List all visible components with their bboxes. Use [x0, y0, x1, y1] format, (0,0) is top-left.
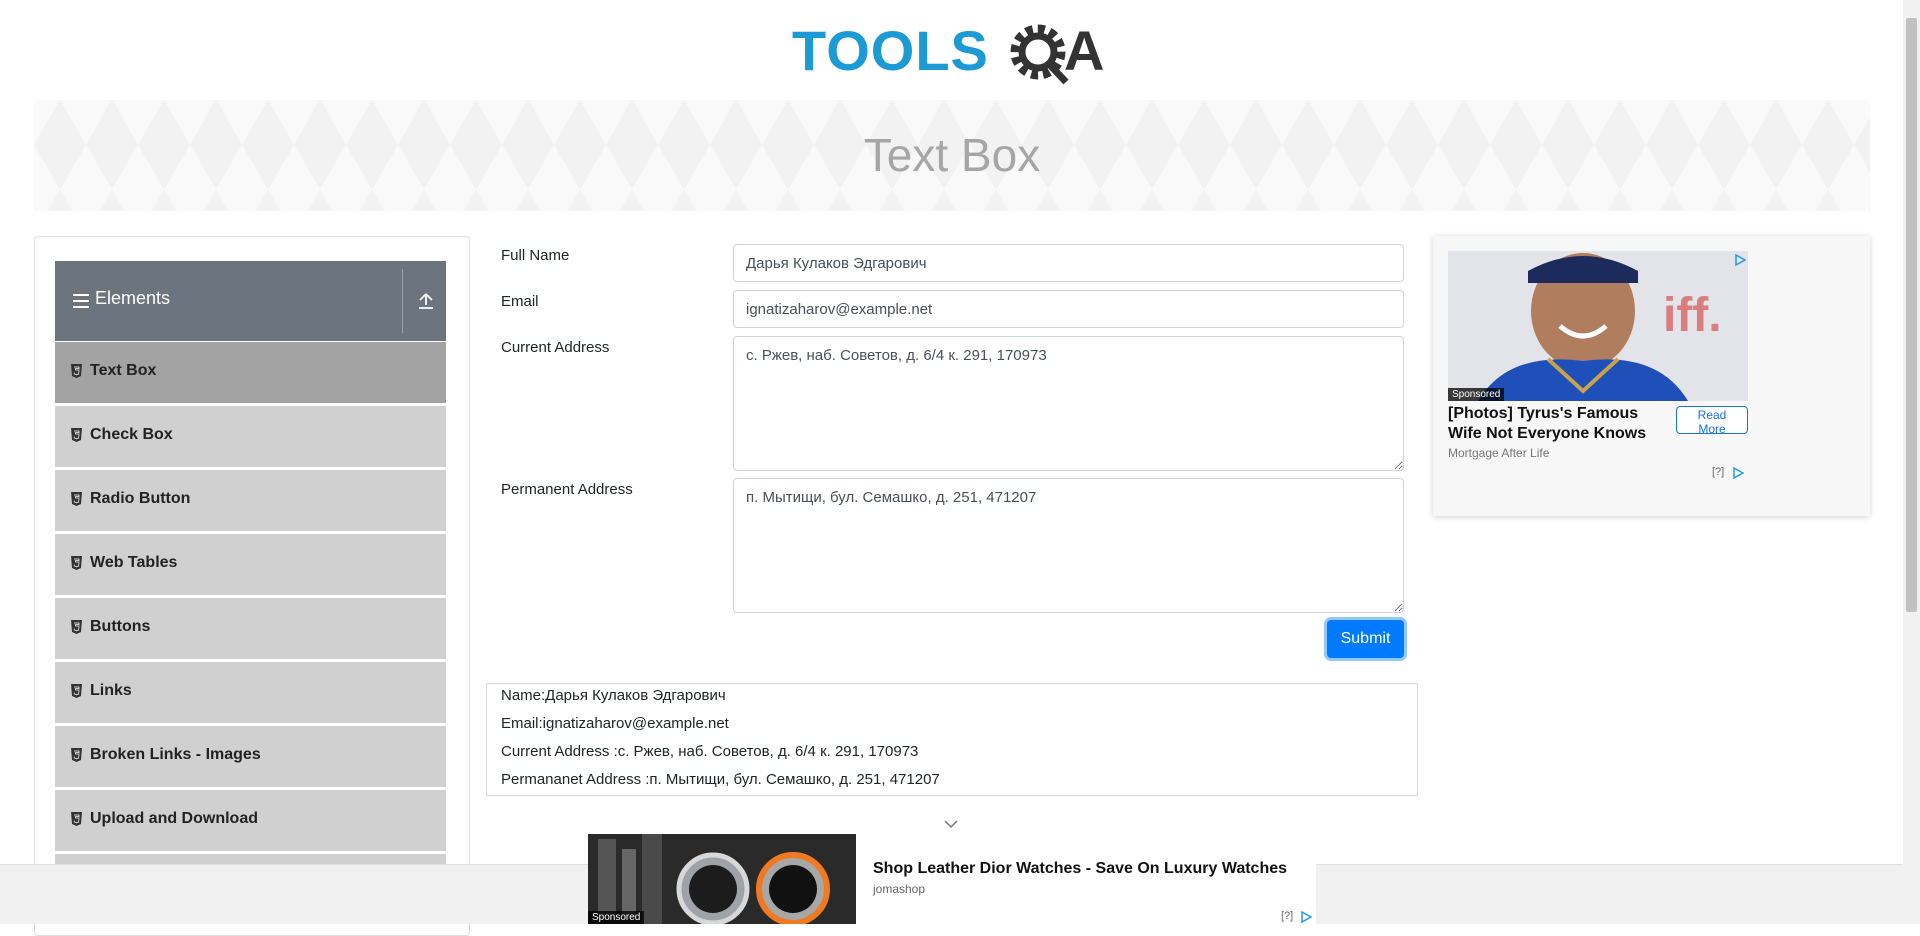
output-name: Name:Дарья Кулаков Эдгарович — [501, 687, 726, 704]
chevron-down-icon[interactable] — [943, 819, 959, 829]
gear-icon — [1010, 24, 1069, 85]
email-input[interactable] — [733, 290, 1404, 328]
sidebar-item-text-box[interactable]: Text Box — [55, 341, 446, 403]
ad-bottom-brand: jomashop — [873, 882, 926, 896]
upload-arrow-icon[interactable] — [417, 291, 435, 311]
ad-headline[interactable]: [Photos] Tyrus's Famous Wife Not Everyon… — [1448, 404, 1668, 444]
sidebar-item-label: Links — [90, 682, 132, 699]
sidebar-group-title: Elements — [95, 288, 171, 308]
current-address-textarea[interactable]: с. Ржев, наб. Советов, д. 6/4 к. 291, 17… — [733, 336, 1404, 471]
svg-text:iff.: iff. — [1663, 289, 1722, 342]
sidebar-item-links[interactable]: Links — [55, 661, 446, 723]
sidebar-item-web-tables[interactable]: Web Tables — [55, 533, 446, 595]
sidebar-item-label: Buttons — [90, 618, 151, 635]
header-divider — [402, 269, 403, 333]
sponsored-tag: Sponsored — [588, 911, 645, 924]
hamburger-icon — [73, 294, 89, 308]
ad-bottom-image[interactable]: Sponsored — [588, 834, 856, 924]
output-email: Email:ignatizaharov@example.net — [501, 715, 729, 732]
page-title: Text Box — [863, 129, 1041, 181]
permanent-address-textarea[interactable]: п. Мытищи, бул. Семашко, д. 251, 471207 — [733, 478, 1404, 613]
read-more-button[interactable]: Read More — [1676, 406, 1748, 436]
ad-right[interactable]: iff. Sponsored [Photos] Tyrus's Famous W… — [1433, 236, 1870, 516]
html5-icon — [71, 428, 82, 442]
ad-source: Mortgage After Life — [1448, 446, 1550, 460]
sidebar-item-upload-download[interactable]: Upload and Download — [55, 789, 446, 851]
sidebar-item-check-box[interactable]: Check Box — [55, 405, 446, 467]
sidebar-item-label: Upload and Download — [90, 810, 258, 827]
sidebar-item-label: Web Tables — [90, 554, 178, 571]
output-permanent-address: Permananet Address :п. Мытищи, бул. Сема… — [501, 771, 940, 788]
submit-button[interactable]: Submit — [1327, 620, 1404, 658]
toolsqa-logo[interactable]: TOOLS A — [792, 16, 1114, 90]
html5-icon — [71, 812, 82, 826]
adchoices-icon[interactable] — [1300, 911, 1312, 923]
permanent-address-label: Permanent Address — [501, 481, 633, 498]
sidebar-item-label: Radio Button — [90, 490, 191, 507]
sidebar-item-label: Check Box — [90, 426, 173, 443]
logo-text-tools: TOOLS — [792, 19, 989, 82]
html5-icon — [71, 556, 82, 570]
ad-info[interactable]: [?] — [1281, 910, 1293, 922]
sidebar-group-elements[interactable]: Elements — [55, 261, 446, 341]
html5-icon — [71, 620, 82, 634]
ad-bottom[interactable]: Sponsored Shop Leather Dior Watches - Sa… — [588, 834, 1316, 924]
current-address-label: Current Address — [501, 339, 610, 356]
ad-bottom-headline[interactable]: Shop Leather Dior Watches - Save On Luxu… — [873, 860, 1287, 878]
sidebar-item-broken-links[interactable]: Broken Links - Images — [55, 725, 446, 787]
html5-icon — [71, 364, 82, 378]
logo-text-a: A — [1064, 19, 1104, 82]
full-name-label: Full Name — [501, 247, 570, 264]
html5-icon — [71, 492, 82, 506]
ad-photo[interactable]: iff. Sponsored — [1448, 251, 1748, 401]
sidebar-item-buttons[interactable]: Buttons — [55, 597, 446, 659]
sponsored-tag: Sponsored — [1448, 388, 1505, 401]
sidebar-item-label: Broken Links - Images — [90, 746, 261, 763]
adchoices-icon[interactable] — [1734, 254, 1746, 266]
full-name-input[interactable] — [733, 244, 1404, 282]
sidebar-item-radio-button[interactable]: Radio Button — [55, 469, 446, 531]
ad-info[interactable]: [?] — [1712, 466, 1724, 478]
html5-icon — [71, 684, 82, 698]
sidebar-item-label: Text Box — [90, 362, 157, 379]
adchoices-icon[interactable] — [1732, 467, 1744, 479]
html5-icon — [71, 748, 82, 762]
output-box: Name:Дарья Кулаков Эдгарович Email:ignat… — [486, 683, 1418, 796]
scrollbar-thumb[interactable] — [1906, 18, 1917, 612]
output-current-address: Current Address :с. Ржев, наб. Советов, … — [501, 743, 919, 760]
ad-photo-image: iff. — [1448, 251, 1748, 401]
email-label: Email — [501, 293, 539, 310]
page-banner: Text Box — [34, 100, 1870, 211]
